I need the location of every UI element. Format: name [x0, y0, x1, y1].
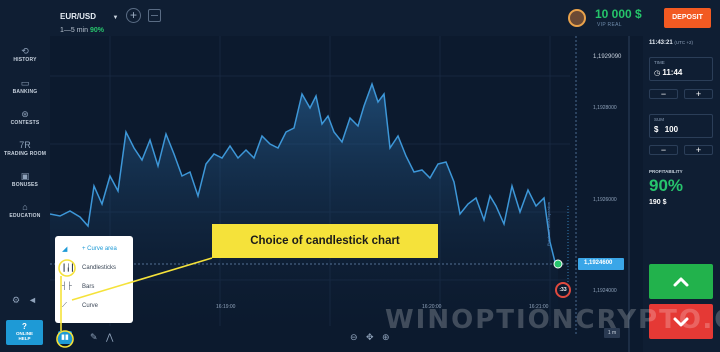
time-value: 11:44 [662, 68, 683, 77]
price-tick: 1,1926000 [593, 197, 617, 203]
expiry-timer[interactable]: :33 [555, 282, 571, 298]
current-point [553, 259, 563, 269]
layout-icon[interactable] [148, 9, 161, 22]
expiry-label: Purchase time/expiration [546, 201, 551, 246]
menu-item-curve-area[interactable]: ◢ + Curve area [55, 242, 133, 258]
current-price-label: 1,1924600 [584, 260, 613, 266]
curve-area-icon: ◢ [62, 246, 68, 253]
asset-subtitle: 1—5 min 90% [60, 27, 118, 34]
time-plus-button[interactable]: + [684, 89, 713, 99]
pencil-icon[interactable]: ✎ [90, 332, 98, 343]
sidebar-item-trading-room[interactable]: 7R TRADING ROOM [0, 140, 50, 157]
menu-item-candlesticks[interactable]: ┃╽┃ Candlesticks [55, 261, 133, 277]
sidebar-item-label: BONUSES [11, 182, 39, 188]
menu-item-label: Curve [82, 303, 99, 309]
time-value-wrap: ◷ 11:44 [654, 68, 682, 77]
time-tick: 16:19:00 [216, 304, 236, 310]
sidebar-item-bonuses[interactable]: ▣ BONUSES [0, 171, 50, 188]
move-icon[interactable]: ✥ [366, 332, 374, 343]
sidebar-item-label: HISTORY [13, 57, 37, 63]
menu-item-bars[interactable]: ┤├ Bars [55, 280, 133, 296]
sidebar-item-history[interactable]: ⟲ HISTORY [0, 46, 50, 63]
price-tick: 1,1924000 [593, 288, 617, 294]
menu-item-label-text: Curve area [87, 246, 117, 252]
sum-minus-button[interactable]: − [649, 145, 678, 155]
add-asset-icon[interactable]: + [126, 8, 141, 23]
balance[interactable]: 10 000 $ [595, 7, 642, 21]
account-type: VIP REAL [597, 22, 622, 28]
curve-icon: ⟋ [62, 302, 67, 309]
arrow-up-icon [673, 277, 689, 287]
sum-label: SUM [654, 117, 664, 122]
zoom-out-icon[interactable]: ⊖ [350, 332, 358, 343]
asset-payout: 90% [89, 27, 104, 34]
price-tick: 1,1929090 [593, 54, 622, 60]
sidebar-item-contests[interactable]: ⊛ CONTESTS [0, 109, 50, 126]
chart-type-menu: ◢ + Curve area ┃╽┃ Candlesticks ┤├ Bars … [55, 236, 133, 323]
sum-plus-button[interactable]: + [684, 145, 713, 155]
time-field[interactable]: TIME ◷ 11:44 [649, 57, 713, 81]
menu-item-label: Candlesticks [82, 265, 117, 271]
contests-icon: ⊛ [21, 109, 29, 119]
sound-icon[interactable]: ◄ [28, 295, 37, 305]
asset-name[interactable]: EUR/USD [60, 12, 96, 21]
candlesticks-icon: ┃╽┃ [62, 265, 75, 272]
education-icon: ⌂ [22, 202, 28, 212]
watermark: WINOPTIONCRYPTO.COM [385, 305, 720, 335]
timezone: (UTC +2) [674, 40, 693, 45]
help-label: HELP [18, 336, 31, 341]
bars-icon: ┤├ [62, 283, 72, 290]
deposit-button[interactable]: DEPOSIT [664, 8, 711, 28]
trading-room-icon: 7R [19, 140, 31, 150]
settings-icon[interactable]: ⚙ [12, 295, 20, 306]
currency-symbol: $ [654, 125, 659, 134]
profit-amount: 190 $ [649, 199, 667, 206]
sidebar-item-label: TRADING ROOM [3, 151, 47, 157]
sum-field[interactable]: SUM $ 100 [649, 114, 713, 138]
sum-value-wrap: $ 100 [654, 125, 678, 134]
online-help-button[interactable]: ? ONLINE HELP [6, 320, 43, 345]
menu-item-label: + Curve area [82, 246, 117, 252]
chart-type-button[interactable]: ▮▮ [58, 331, 72, 344]
avatar[interactable] [568, 9, 586, 27]
sidebar-item-education[interactable]: ⌂ EDUCATION [0, 202, 50, 219]
sidebar-item-banking[interactable]: ▭ BANKING [0, 78, 50, 95]
sidebar-item-label: BANKING [12, 89, 38, 95]
price-tick: 1,1928000 [593, 105, 617, 111]
call-button[interactable] [649, 264, 713, 299]
sum-value: 100 [664, 125, 679, 134]
time-label: TIME [654, 60, 665, 65]
indicators-icon[interactable]: ⋀ [106, 332, 113, 343]
clock-icon: ◷ [654, 70, 661, 77]
profitability-label: PROFITABILITY [649, 169, 683, 174]
callout-box: Choice of candlestick chart [212, 224, 438, 258]
current-price-tag: 1,1924600 [578, 258, 624, 270]
asset-selector[interactable]: EUR/USD ▼ 1—5 min 90% [60, 6, 118, 34]
menu-item-curve[interactable]: ⟋ Curve [55, 299, 133, 315]
clock-value: 11:43:21 [649, 40, 673, 46]
banking-icon: ▭ [20, 78, 30, 88]
time-minus-button[interactable]: − [649, 89, 678, 99]
server-clock: 11:43:21 (UTC +2) [649, 40, 693, 46]
sidebar-item-label: EDUCATION [9, 213, 41, 219]
sidebar-item-label: CONTESTS [10, 120, 40, 126]
chevron-down-icon[interactable]: ▼ [112, 15, 118, 21]
sidebar: ⟲ HISTORY ▭ BANKING ⊛ CONTESTS 7R TRADIN… [0, 36, 50, 352]
history-icon: ⟲ [21, 46, 29, 56]
menu-item-label: Bars [82, 284, 95, 290]
asset-timeframe: 1—5 min [60, 27, 89, 34]
bonuses-icon: ▣ [20, 171, 30, 181]
top-bar: EUR/USD ▼ 1—5 min 90% + 10 000 $ VIP REA… [0, 0, 720, 36]
profitability-percent: 90% [649, 176, 684, 195]
help-icon: ? [22, 322, 27, 331]
